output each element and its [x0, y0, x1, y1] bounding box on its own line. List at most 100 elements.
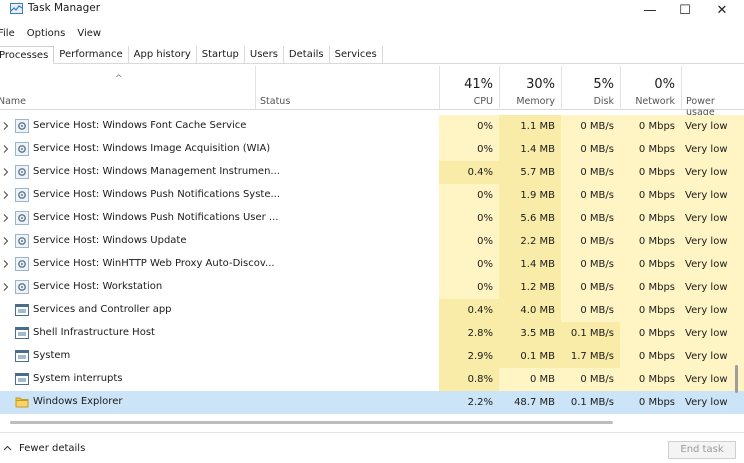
- horizontal-scroll-thumb[interactable]: [10, 421, 613, 424]
- window-icon: [15, 326, 29, 340]
- process-name: Service Host: Windows Image Acquisition …: [33, 143, 271, 154]
- disk-cell: 0 MB/s: [561, 276, 620, 299]
- process-name: Service Host: Windows Push Notifications…: [33, 212, 279, 223]
- power-usage-cell: Very low: [681, 299, 744, 322]
- column-header-network[interactable]: 0% Network: [620, 66, 681, 110]
- tab-users[interactable]: Users: [245, 46, 284, 64]
- gear-icon: [15, 211, 29, 225]
- maximize-button[interactable]: ☐: [667, 0, 703, 20]
- mem-cell: 5.6 MB: [499, 207, 561, 230]
- process-name: Services and Controller app: [33, 304, 172, 315]
- column-header-memory[interactable]: 30% Memory: [499, 66, 561, 110]
- end-task-button[interactable]: End task: [668, 441, 736, 459]
- process-name: Windows Explorer: [33, 396, 123, 407]
- process-row[interactable]: Shell Infrastructure Host 2.8% 3.5 MB 0.1 M…: [0, 322, 744, 345]
- process-row[interactable]: System interrupts 0.8% 0 MB 0 MB/s 0 Mbps Ver…: [0, 368, 744, 391]
- chevron-right-icon[interactable]: [2, 144, 10, 154]
- tab-app-history[interactable]: App history: [129, 46, 197, 64]
- process-name: Service Host: Workstation: [33, 281, 163, 292]
- cpu-cell: 0%: [439, 230, 499, 253]
- column-header-status[interactable]: Status: [255, 66, 439, 110]
- net-cell: 0 Mbps: [620, 207, 681, 230]
- mem-cell: 5.7 MB: [499, 161, 561, 184]
- process-row[interactable]: Windows Explorer 2.2% 48.7 MB 0.1 MB/s 0 Mbp…: [0, 391, 744, 414]
- close-button[interactable]: ✕: [704, 0, 740, 20]
- chevron-right-icon[interactable]: [2, 121, 10, 131]
- cpu-cell: 0%: [439, 115, 499, 138]
- power-usage-cell: Very low: [681, 276, 744, 299]
- tab-details[interactable]: Details: [284, 46, 330, 64]
- process-row[interactable]: Service Host: Workstation 0% 1.2 MB 0 MB/s 0…: [0, 276, 744, 299]
- mem-cell: 1.4 MB: [499, 253, 561, 276]
- process-row[interactable]: Service Host: Windows Image Acquisition …: [0, 138, 744, 161]
- chevron-up-icon: [0, 443, 12, 454]
- window-icon: [15, 349, 29, 363]
- cpu-cell: 0%: [439, 184, 499, 207]
- mem-cell: 4.0 MB: [499, 299, 561, 322]
- mem-cell: 1.1 MB: [499, 115, 561, 138]
- menu-bar: File Options View: [0, 26, 113, 42]
- gear-icon: [15, 188, 29, 202]
- column-header-cpu[interactable]: 41% CPU: [439, 66, 499, 110]
- power-usage-cell: Very low: [681, 253, 744, 276]
- disk-cell: 0 MB/s: [561, 115, 620, 138]
- chevron-right-icon[interactable]: [2, 190, 10, 200]
- minimize-button[interactable]: —: [632, 0, 668, 20]
- process-row[interactable]: Services and Controller app 0.4% 4.0 MB 0 M…: [0, 299, 744, 322]
- disk-cell: 0 MB/s: [561, 368, 620, 391]
- title-bar: Task Manager — ☐ ✕: [0, 0, 744, 22]
- process-name: Shell Infrastructure Host: [33, 327, 155, 338]
- process-row[interactable]: Service Host: WinHTTP Web Proxy Auto-Dis…: [0, 253, 744, 276]
- power-usage-cell: Very low: [681, 161, 744, 184]
- mem-cell: 0.1 MB: [499, 345, 561, 368]
- tab-startup[interactable]: Startup: [197, 46, 245, 64]
- vertical-scroll-thumb[interactable]: [735, 365, 738, 393]
- process-name: Service Host: Windows Management Instrum…: [33, 166, 280, 177]
- disk-cell: 0 MB/s: [561, 161, 620, 184]
- mem-cell: 1.2 MB: [499, 276, 561, 299]
- process-name: System interrupts: [33, 373, 123, 384]
- horizontal-scrollbar[interactable]: [0, 418, 744, 427]
- chevron-right-icon[interactable]: [2, 236, 10, 246]
- disk-cell: 0 MB/s: [561, 230, 620, 253]
- gear-icon: [15, 234, 29, 248]
- net-cell: 0 Mbps: [620, 138, 681, 161]
- menu-file[interactable]: File: [0, 26, 21, 42]
- tab-services[interactable]: Services: [330, 46, 383, 64]
- net-cell: 0 Mbps: [620, 230, 681, 253]
- process-name: Service Host: WinHTTP Web Proxy Auto-Dis…: [33, 258, 275, 269]
- menu-options[interactable]: Options: [27, 26, 72, 42]
- disk-cell: 0 MB/s: [561, 184, 620, 207]
- process-row[interactable]: Service Host: Windows Font Cache Service…: [0, 115, 744, 138]
- column-header-name[interactable]: Name: [0, 66, 255, 110]
- process-row[interactable]: System 2.9% 0.1 MB 1.7 MB/s 0 Mbps Very low: [0, 345, 744, 368]
- fewer-details-button[interactable]: Fewer details: [0, 443, 85, 454]
- cpu-cell: 0.8%: [439, 368, 499, 391]
- window-title: Task Manager: [28, 2, 101, 14]
- cpu-cell: 0%: [439, 207, 499, 230]
- cpu-total: 41%: [464, 77, 493, 92]
- net-cell: 0 Mbps: [620, 184, 681, 207]
- chevron-right-icon[interactable]: [2, 167, 10, 177]
- menu-view[interactable]: View: [77, 26, 107, 42]
- chevron-right-icon[interactable]: [2, 282, 10, 292]
- process-row[interactable]: Service Host: Windows Management Instrum…: [0, 161, 744, 184]
- power-usage-cell: Very low: [681, 207, 744, 230]
- tab-bar: Processes Performance App history Startu…: [0, 46, 744, 64]
- mem-cell: 48.7 MB: [499, 391, 561, 414]
- process-row[interactable]: Service Host: Windows Update 0% 2.2 MB 0 MB…: [0, 230, 744, 253]
- process-row[interactable]: Service Host: Windows Push Notifications…: [0, 184, 744, 207]
- window-icon: [15, 372, 29, 386]
- column-header-disk[interactable]: 5% Disk: [561, 66, 620, 110]
- tab-processes[interactable]: Processes: [0, 46, 55, 64]
- footer: Fewer details End task: [0, 432, 744, 463]
- net-cell: 0 Mbps: [620, 115, 681, 138]
- column-header-power-usage[interactable]: Power usage: [681, 66, 744, 118]
- tab-performance[interactable]: Performance: [54, 46, 129, 64]
- gear-icon: [15, 165, 29, 179]
- memory-total: 30%: [526, 77, 555, 92]
- process-row[interactable]: Service Host: Windows Push Notifications…: [0, 207, 744, 230]
- process-name: System: [33, 350, 71, 361]
- chevron-right-icon[interactable]: [2, 259, 10, 269]
- chevron-right-icon[interactable]: [2, 213, 10, 223]
